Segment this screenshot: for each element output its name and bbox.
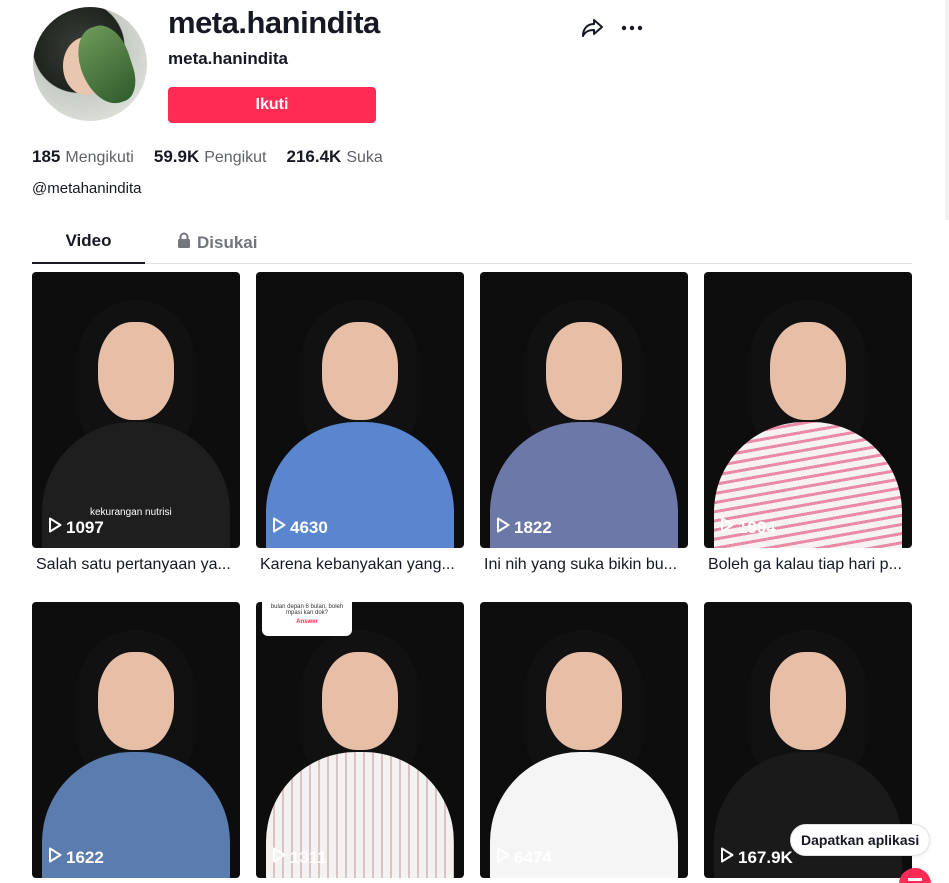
following-count: 185 [32, 147, 61, 166]
video-views: 6474 [496, 847, 552, 868]
followers-stat[interactable]: 59.9K Pengikut [154, 147, 267, 167]
video-caption[interactable]: Salah satu pertanyaan ya... [32, 556, 236, 574]
qa-sticker: bulan depan 6 bulan, boleh mpasi kan dok… [262, 602, 352, 636]
profile-tabs: Video Disukai [32, 222, 912, 264]
share-icon[interactable] [580, 16, 604, 40]
profile-stats: 185 Mengikuti 59.9K Pengikut 216.4K Suka [32, 147, 383, 167]
video-card[interactable]: bulan depan 6 bulan, boleh mpasi kan dok… [256, 602, 464, 878]
play-icon [720, 517, 734, 538]
tab-video[interactable]: Video [32, 222, 145, 264]
video-view-count: 4630 [290, 517, 328, 537]
qa-answer-label: Answer [296, 619, 318, 625]
video-views: 1994 [720, 517, 776, 538]
video-thumbnail[interactable]: kekurangan nutrisi 1097 [32, 272, 240, 548]
tab-liked-label: Disukai [197, 233, 258, 252]
video-caption[interactable]: Karena kebanyakan yang... [256, 556, 460, 574]
video-views: 1311 [272, 847, 327, 868]
video-thumbnail[interactable]: bulan depan 6 bulan, boleh mpasi kan dok… [256, 602, 464, 878]
tab-liked[interactable]: Disukai [177, 222, 277, 264]
video-card[interactable]: 1994 Boleh ga kalau tiap hari p... [704, 272, 912, 574]
video-view-count: 1097 [66, 517, 104, 537]
video-views: 1622 [48, 847, 104, 868]
video-thumbnail[interactable]: 1822 [480, 272, 688, 548]
avatar[interactable] [33, 7, 147, 121]
video-thumbnail[interactable]: 1994 [704, 272, 912, 548]
video-caption[interactable]: Ini nih yang suka bikin bu... [480, 556, 684, 574]
play-icon [272, 517, 286, 538]
play-icon [496, 847, 510, 868]
play-icon [48, 517, 62, 538]
likes-count: 216.4K [286, 147, 342, 166]
following-stat[interactable]: 185 Mengikuti [32, 147, 134, 167]
play-icon [48, 847, 62, 868]
video-card[interactable]: 6474 [480, 602, 688, 878]
profile-nickname: meta.hanindita [168, 49, 288, 68]
video-card[interactable]: 1822 Ini nih yang suka bikin bu... [480, 272, 688, 574]
video-views: 167.9K [720, 847, 793, 868]
profile-username: meta.hanindita [168, 5, 380, 40]
play-icon [496, 517, 510, 538]
profile-bio: @metahanindita [32, 180, 142, 197]
followers-label: Pengikut [204, 149, 267, 166]
video-view-count: 1994 [738, 517, 776, 537]
play-icon [272, 847, 286, 868]
scrollbar[interactable] [945, 0, 949, 220]
video-view-count: 167.9K [738, 847, 793, 867]
likes-label: Suka [346, 149, 383, 166]
video-views: 1822 [496, 517, 552, 538]
likes-stat: 216.4K Suka [287, 147, 383, 167]
video-views: 4630 [272, 517, 328, 538]
video-card[interactable]: 4630 Karena kebanyakan yang... [256, 272, 464, 574]
video-card[interactable]: 1622 [32, 602, 240, 878]
followers-count: 59.9K [153, 147, 200, 166]
play-icon [720, 847, 734, 868]
tab-video-label: Video [65, 231, 112, 250]
video-thumbnail[interactable]: 4630 [256, 272, 464, 548]
video-thumbnail[interactable]: 6474 [480, 602, 688, 878]
video-view-count: 1622 [66, 847, 104, 867]
video-view-count: 6474 [514, 847, 552, 867]
video-views: 1097 [48, 517, 104, 538]
qa-question: bulan depan 6 bulan, boleh mpasi kan dok… [270, 604, 344, 616]
more-icon[interactable] [620, 16, 644, 40]
follow-button[interactable]: Ikuti [168, 87, 376, 123]
video-card[interactable]: kekurangan nutrisi 1097 Salah satu perta… [32, 272, 240, 574]
lock-icon [177, 224, 191, 262]
video-caption[interactable]: Boleh ga kalau tiap hari p... [704, 556, 908, 574]
video-view-count: 1822 [514, 517, 552, 537]
video-view-count: 1311 [290, 847, 327, 867]
video-thumbnail[interactable]: 1622 [32, 602, 240, 878]
get-app-button[interactable]: Dapatkan aplikasi [790, 824, 931, 856]
following-label: Mengikuti [65, 149, 134, 166]
